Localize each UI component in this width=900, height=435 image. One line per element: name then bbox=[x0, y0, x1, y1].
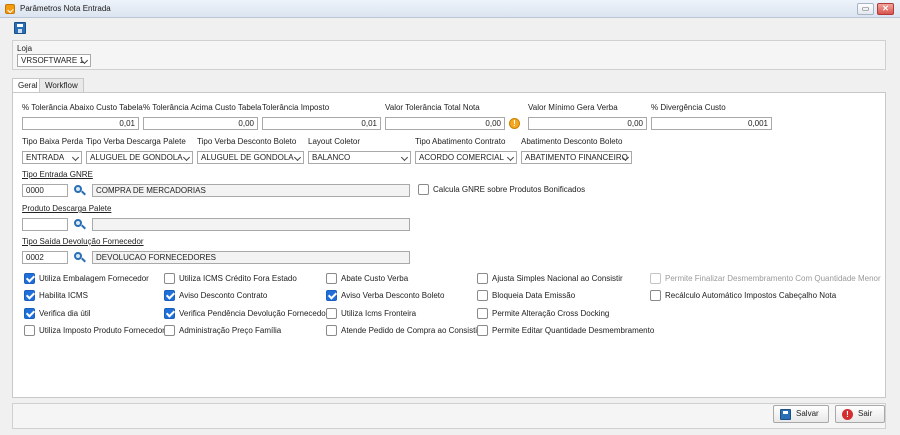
save-icon[interactable] bbox=[14, 22, 26, 34]
layout-coletor-select[interactable]: BALANCO bbox=[308, 151, 411, 164]
tipo-entrada-gnre-label: Tipo Entrada GNRE bbox=[22, 170, 93, 179]
aviso-desconto-contrato-checkbox[interactable]: Aviso Desconto Contrato bbox=[164, 290, 319, 302]
abatimento-boleto-value: ABATIMENTO FINANCEIRO bbox=[525, 153, 628, 162]
footer-panel bbox=[12, 403, 886, 429]
loja-label: Loja bbox=[17, 44, 33, 53]
calcula-gnre-checkbox[interactable]: Calcula GNRE sobre Produtos Bonificados bbox=[418, 184, 588, 196]
divergencia-custo-label: % Divergência Custo bbox=[651, 103, 726, 112]
warning-icon[interactable]: ! bbox=[509, 118, 520, 129]
loja-select-value: VRSOFTWARE 1 bbox=[21, 56, 84, 65]
tol-total-nota-label: Valor Tolerância Total Nota bbox=[385, 103, 480, 112]
verifica-pendencia-devolucao-checkbox[interactable]: Verifica Pendência Devolução Fornecedor bbox=[164, 308, 328, 320]
chevron-down-icon bbox=[400, 153, 409, 162]
chevron-down-icon bbox=[506, 153, 515, 162]
tipo-entrada-gnre-description: COMPRA DE MERCADORIAS bbox=[92, 184, 410, 197]
tol-abaixo-input[interactable]: 0,01 bbox=[22, 117, 139, 130]
utiliza-imposto-produto-checkbox[interactable]: Utiliza Imposto Produto Fornecedor bbox=[24, 325, 165, 337]
valor-minimo-verba-input[interactable]: 0,00 bbox=[528, 117, 647, 130]
administracao-preco-familia-checkbox[interactable]: Administração Preço Família bbox=[164, 325, 319, 337]
tipo-verba-descarga-label: Tipo Verba Descarga Palete bbox=[86, 137, 186, 146]
exit-icon: ! bbox=[842, 409, 853, 420]
utiliza-icms-fronteira-checkbox[interactable]: Utiliza Icms Fronteira bbox=[326, 308, 471, 320]
ajusta-simples-nacional-checkbox[interactable]: Ajusta Simples Nacional ao Consistir bbox=[477, 273, 637, 285]
title-bar: Parâmetros Nota Entrada ▭ ✕ bbox=[0, 0, 900, 18]
abatimento-boleto-label: Abatimento Desconto Boleto bbox=[521, 137, 623, 146]
tol-abaixo-label: % Tolerância Abaixo Custo Tabela bbox=[22, 103, 143, 112]
verifica-dia-util-checkbox[interactable]: Verifica dia útil bbox=[24, 308, 159, 320]
tipo-abatimento-value: ACORDO COMERCIAL bbox=[419, 153, 504, 162]
layout-coletor-label: Layout Coletor bbox=[308, 137, 361, 146]
tipo-verba-boleto-select[interactable]: ALUGUEL DE GONDOLA bbox=[197, 151, 304, 164]
chevron-down-icon bbox=[71, 153, 80, 162]
chevron-down-icon bbox=[293, 153, 302, 162]
calcula-gnre-label: Calcula GNRE sobre Produtos Bonificados bbox=[433, 185, 586, 194]
atende-pedido-compra-checkbox[interactable]: Atende Pedido de Compra ao Consistir bbox=[326, 325, 480, 337]
tol-acima-label: % Tolerância Acima Custo Tabela bbox=[143, 103, 262, 112]
recalculo-automatico-impostos-checkbox[interactable]: Recálculo Automático Impostos Cabeçalho … bbox=[650, 290, 880, 302]
utiliza-embalagem-checkbox[interactable]: Utiliza Embalagem Fornecedor bbox=[24, 273, 159, 285]
tol-imposto-label: Tolerância Imposto bbox=[262, 103, 330, 112]
tipo-verba-descarga-select[interactable]: ALUGUEL DE GONDOLA bbox=[86, 151, 193, 164]
chevron-down-icon bbox=[182, 153, 191, 162]
save-button[interactable]: Salvar bbox=[773, 405, 829, 423]
tipo-baixa-perda-label: Tipo Baixa Perda bbox=[22, 137, 84, 146]
tipo-verba-boleto-value: ALUGUEL DE GONDOLA bbox=[201, 153, 294, 162]
window-title: Parâmetros Nota Entrada bbox=[20, 4, 111, 13]
tipo-entrada-gnre-code[interactable]: 0000 bbox=[22, 184, 68, 197]
produto-descarga-palete-code[interactable] bbox=[22, 218, 68, 231]
tipo-verba-descarga-value: ALUGUEL DE GONDOLA bbox=[90, 153, 183, 162]
utiliza-icms-credito-checkbox[interactable]: Utiliza ICMS Crédito Fora Estado bbox=[164, 273, 319, 285]
tipo-verba-boleto-label: Tipo Verba Desconto Boleto bbox=[197, 137, 297, 146]
save-icon bbox=[780, 409, 791, 420]
loja-panel bbox=[12, 40, 886, 70]
tipo-baixa-perda-value: ENTRADA bbox=[26, 153, 65, 162]
abatimento-boleto-select[interactable]: ABATIMENTO FINANCEIRO bbox=[521, 151, 632, 164]
aviso-verba-desconto-boleto-checkbox[interactable]: Aviso Verba Desconto Boleto bbox=[326, 290, 471, 302]
bloqueia-data-emissao-checkbox[interactable]: Bloqueia Data Emissão bbox=[477, 290, 637, 302]
tol-total-nota-input[interactable]: 0,00 bbox=[385, 117, 505, 130]
tipo-baixa-perda-select[interactable]: ENTRADA bbox=[22, 151, 82, 164]
tol-acima-input[interactable]: 0,00 bbox=[143, 117, 258, 130]
tipo-saida-devolucao-code[interactable]: 0002 bbox=[22, 251, 68, 264]
tol-imposto-input[interactable]: 0,01 bbox=[262, 117, 381, 130]
permite-editar-quantidade-checkbox[interactable]: Permite Editar Quantidade Desmembramento bbox=[477, 325, 654, 337]
tipo-saida-devolucao-description: DEVOLUCAO FORNECEDORES bbox=[92, 251, 410, 264]
habilita-icms-checkbox[interactable]: Habilita ICMS bbox=[24, 290, 159, 302]
produto-descarga-palete-label: Produto Descarga Palete bbox=[22, 204, 112, 213]
tipo-saida-devolucao-label: Tipo Saída Devolução Fornecedor bbox=[22, 237, 144, 246]
divergencia-custo-input[interactable]: 0,001 bbox=[651, 117, 772, 130]
tipo-abatimento-select[interactable]: ACORDO COMERCIAL bbox=[415, 151, 517, 164]
app-icon bbox=[5, 4, 15, 14]
tipo-abatimento-label: Tipo Abatimento Contrato bbox=[415, 137, 506, 146]
loja-select[interactable]: VRSOFTWARE 1 bbox=[17, 54, 91, 67]
close-button[interactable]: ✕ bbox=[877, 3, 894, 15]
abate-custo-verba-checkbox[interactable]: Abate Custo Verba bbox=[326, 273, 471, 285]
tab-workflow[interactable]: Workflow bbox=[39, 78, 84, 92]
search-icon[interactable] bbox=[72, 184, 88, 197]
permite-alteracao-cross-docking-checkbox[interactable]: Permite Alteração Cross Docking bbox=[477, 308, 637, 320]
minimize-button[interactable]: ▭ bbox=[857, 3, 874, 15]
permite-finalizar-desmembramento-checkbox: Permite Finalizar Desmembramento Com Qua… bbox=[650, 273, 881, 285]
valor-minimo-verba-label: Valor Mínimo Gera Verba bbox=[528, 103, 618, 112]
produto-descarga-palete-description bbox=[92, 218, 410, 231]
exit-button[interactable]: ! Sair bbox=[835, 405, 885, 423]
search-icon[interactable] bbox=[72, 218, 88, 231]
search-icon[interactable] bbox=[72, 251, 88, 264]
layout-coletor-value: BALANCO bbox=[312, 153, 351, 162]
